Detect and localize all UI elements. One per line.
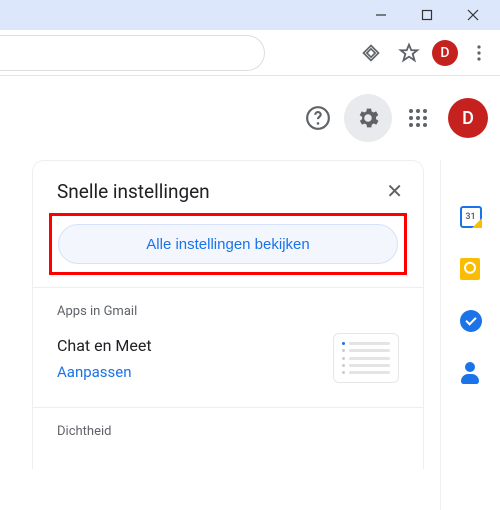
window-minimize-button[interactable]: [358, 0, 404, 30]
chat-and-meet-label: Chat en Meet: [57, 336, 152, 355]
browser-toolbar: D: [0, 30, 500, 76]
apps-grid-icon[interactable]: [398, 98, 438, 138]
window-titlebar: [0, 0, 500, 30]
app-header: D: [0, 76, 500, 160]
density-section: Dichtheid: [33, 408, 423, 469]
profile-avatar-large[interactable]: D: [448, 98, 488, 138]
apps-in-gmail-section: Apps in Gmail Chat en Meet Aanpassen: [33, 288, 423, 399]
layout-thumbnail: [333, 333, 399, 383]
profile-avatar-small[interactable]: D: [432, 40, 458, 66]
section-label: Apps in Gmail: [57, 304, 399, 319]
settings-gear-icon[interactable]: [344, 94, 392, 142]
bookmark-star-icon[interactable]: [392, 36, 426, 70]
browser-menu-icon[interactable]: [464, 38, 494, 68]
close-icon[interactable]: ✕: [386, 179, 403, 203]
window-maximize-button[interactable]: [404, 0, 450, 30]
address-bar[interactable]: [0, 35, 265, 71]
quick-settings-panel: Snelle instellingen ✕ Alle instellingen …: [32, 160, 424, 469]
extension-icon[interactable]: [354, 36, 388, 70]
section-label: Dichtheid: [57, 424, 399, 439]
contacts-icon[interactable]: [460, 362, 482, 384]
help-icon[interactable]: [298, 98, 338, 138]
panel-title: Snelle instellingen: [57, 180, 210, 203]
keep-icon[interactable]: [460, 258, 482, 280]
customize-link[interactable]: Aanpassen: [57, 363, 152, 381]
calendar-icon[interactable]: [460, 206, 482, 228]
tasks-icon[interactable]: [460, 310, 482, 332]
window-close-button[interactable]: [450, 0, 496, 30]
highlight-annotation: Alle instellingen bekijken: [49, 213, 407, 275]
side-panel: [440, 160, 500, 510]
see-all-settings-button[interactable]: Alle instellingen bekijken: [58, 224, 398, 264]
